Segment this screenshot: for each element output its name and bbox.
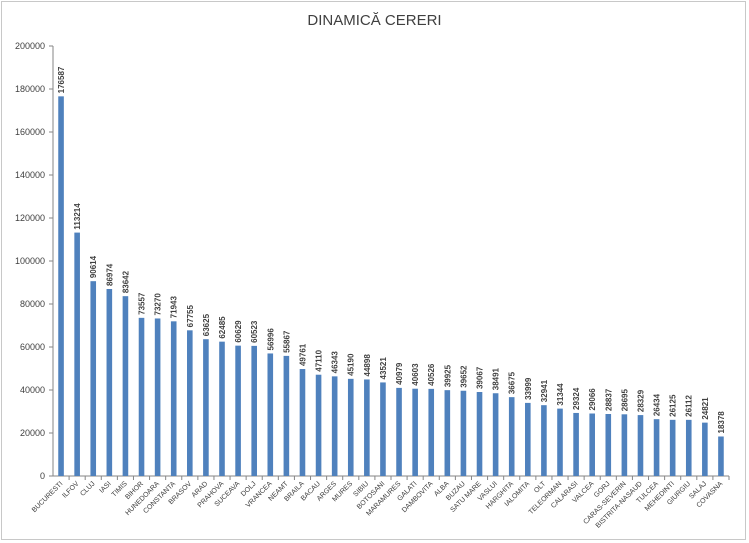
bar — [589, 413, 595, 476]
bar — [170, 321, 177, 476]
bar — [412, 388, 418, 476]
bar — [219, 341, 225, 476]
data-label: 113214 — [73, 203, 82, 230]
data-label: 62485 — [218, 316, 227, 339]
data-label: 32941 — [540, 379, 549, 402]
y-tick-label: 0 — [40, 471, 45, 481]
bar — [573, 412, 579, 476]
bar — [718, 436, 724, 476]
y-tick-label: 140000 — [15, 170, 45, 180]
x-tick-label: BUCURESTI — [31, 480, 65, 514]
data-label: 24821 — [701, 397, 710, 420]
data-label: 29324 — [572, 387, 581, 410]
y-tick-label: 40000 — [20, 385, 45, 395]
data-label: 90614 — [89, 255, 98, 278]
data-label: 60523 — [250, 320, 259, 343]
bar — [669, 419, 676, 476]
bar — [267, 353, 274, 476]
data-label: 18378 — [717, 411, 726, 434]
data-label: 40603 — [411, 363, 420, 386]
data-label: 46343 — [331, 351, 340, 374]
data-label: 40526 — [427, 363, 436, 386]
bar — [106, 289, 113, 476]
data-label: 55867 — [282, 330, 291, 353]
data-label: 26125 — [669, 394, 678, 417]
bar — [396, 387, 402, 476]
bar — [653, 419, 660, 476]
y-tick-label: 120000 — [15, 213, 45, 223]
bar — [299, 369, 306, 476]
bar — [621, 414, 628, 476]
bar — [525, 402, 531, 476]
data-label: 73557 — [138, 292, 147, 315]
data-label: 28837 — [604, 388, 613, 411]
bar — [508, 397, 515, 476]
bar — [380, 382, 386, 476]
bar — [154, 318, 161, 476]
bar — [283, 355, 290, 476]
data-label: 31344 — [556, 383, 565, 406]
data-label: 44898 — [363, 354, 372, 377]
bar — [122, 296, 129, 476]
bar — [557, 408, 563, 476]
data-label: 67755 — [186, 305, 195, 328]
bar — [235, 345, 241, 476]
y-tick-label: 200000 — [15, 41, 45, 51]
bar — [460, 390, 467, 476]
data-label: 47110 — [315, 349, 324, 371]
data-label: 49761 — [298, 343, 307, 366]
data-label: 38491 — [492, 367, 501, 390]
data-label: 43521 — [379, 357, 388, 380]
bar — [315, 374, 322, 476]
y-tick-label: 80000 — [20, 299, 45, 309]
bar — [138, 317, 145, 476]
data-label: 60629 — [234, 320, 243, 343]
data-label: 28329 — [636, 389, 645, 412]
bar — [364, 379, 370, 476]
bar — [251, 345, 257, 476]
bar — [331, 376, 338, 476]
bar — [541, 405, 547, 476]
bar — [637, 415, 644, 476]
bar — [685, 419, 692, 476]
bar — [187, 330, 193, 476]
data-label: 33999 — [524, 377, 533, 400]
data-label: 28695 — [620, 389, 629, 412]
data-label: 73270 — [154, 293, 163, 316]
data-label: 83642 — [121, 270, 130, 293]
y-tick-label: 20000 — [20, 428, 45, 438]
bar — [605, 414, 612, 476]
bar — [203, 339, 209, 476]
bar — [444, 390, 451, 476]
data-label: 40979 — [395, 362, 404, 385]
x-tick-label: ILFOV — [61, 480, 80, 499]
y-tick-label: 60000 — [20, 342, 45, 352]
data-label: 63625 — [202, 313, 211, 336]
bar — [492, 393, 499, 476]
data-label: 36675 — [508, 371, 517, 394]
x-tick-label: CLUJ — [79, 480, 96, 497]
bar — [58, 96, 64, 476]
y-tick-label: 180000 — [15, 84, 45, 94]
data-label: 39067 — [476, 366, 485, 389]
y-tick-label: 160000 — [15, 127, 45, 137]
bar — [74, 232, 80, 476]
data-label: 26434 — [653, 393, 662, 416]
data-label: 29066 — [588, 388, 597, 411]
y-tick-label: 100000 — [15, 256, 45, 266]
data-label: 26112 — [685, 395, 694, 417]
data-label: 71943 — [170, 296, 179, 319]
bar — [90, 281, 97, 476]
bar-chart: 0 20000 40000 60000 80000 100000 120000 140000 1… — [15, 41, 730, 530]
bar — [428, 388, 435, 476]
data-label: 86974 — [105, 263, 114, 286]
data-label: 45190 — [347, 353, 356, 376]
bar — [347, 378, 354, 476]
bar — [476, 392, 483, 476]
data-label: 39652 — [459, 365, 468, 388]
data-label: 56996 — [266, 328, 275, 351]
bar — [702, 422, 708, 476]
data-label: 39925 — [443, 364, 452, 387]
data-label: 176587 — [57, 66, 66, 93]
